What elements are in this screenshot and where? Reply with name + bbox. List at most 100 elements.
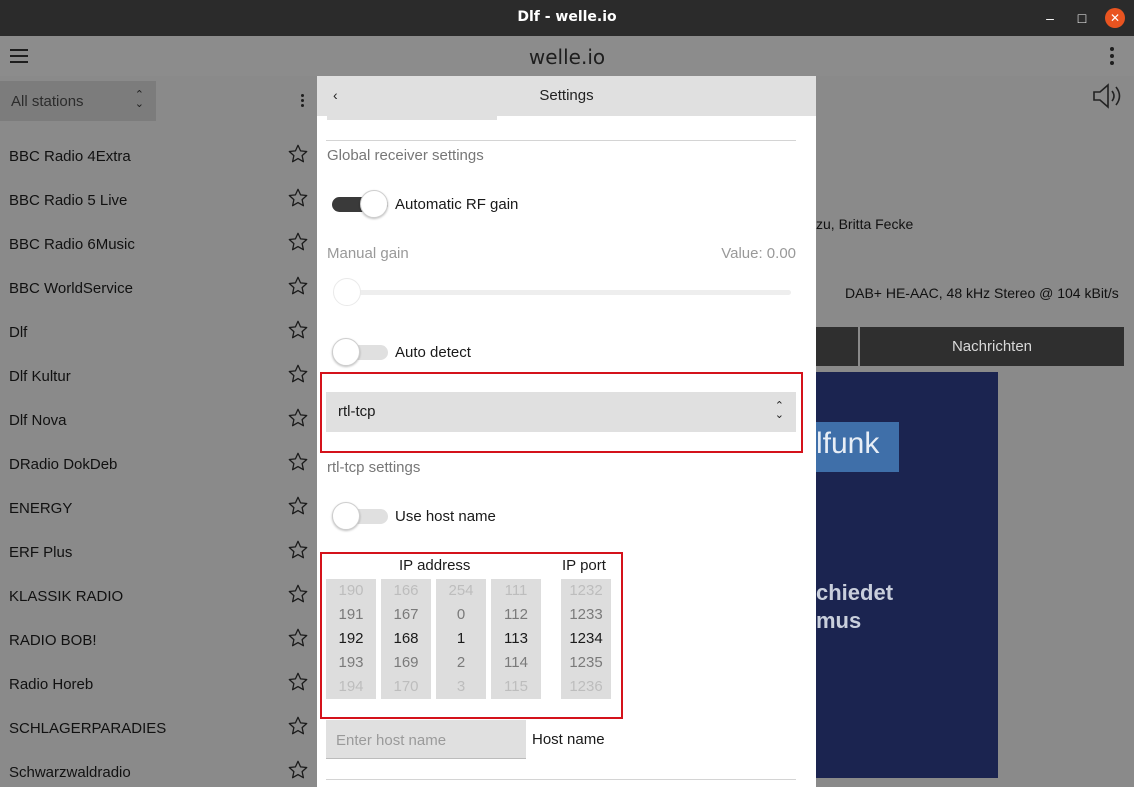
- station-item[interactable]: DRadio DokDeb: [0, 442, 317, 486]
- favorite-star-icon[interactable]: [287, 715, 309, 737]
- station-name: Radio Horeb: [9, 676, 94, 693]
- ip-port-tumbler[interactable]: 1232 1233 1234 1235 1236: [561, 579, 611, 699]
- divider: [326, 140, 796, 141]
- favorite-star-icon[interactable]: [287, 275, 309, 297]
- tumbler-value: 254: [448, 582, 474, 599]
- automatic-rf-gain-label: Automatic RF gain: [395, 196, 519, 213]
- tumbler-value: 112: [504, 606, 528, 623]
- info-tabbar: Nachrichten: [816, 327, 1124, 366]
- manual-gain-slider[interactable]: [337, 290, 791, 295]
- station-item[interactable]: BBC Radio 5 Live: [0, 178, 317, 222]
- station-item[interactable]: BBC WorldService: [0, 266, 317, 310]
- tumbler-value: 190: [338, 582, 364, 599]
- station-name: ERF Plus: [9, 544, 73, 561]
- favorite-star-icon[interactable]: [287, 495, 309, 517]
- favorite-star-icon[interactable]: [287, 143, 309, 165]
- auto-detect-switch[interactable]: [332, 338, 388, 366]
- tumbler-value: 1234: [569, 630, 603, 647]
- ip-address-label: IP address: [399, 557, 471, 574]
- tumbler-value: 193: [338, 654, 364, 671]
- window-title: Dlf - welle.io: [517, 9, 617, 25]
- station-name: BBC Radio 6Music: [9, 236, 135, 253]
- station-name: Dlf Nova: [9, 412, 67, 429]
- station-item[interactable]: BBC Radio 6Music: [0, 222, 317, 266]
- more-options-icon[interactable]: [1110, 47, 1116, 65]
- station-item[interactable]: RADIO BOB!: [0, 618, 317, 662]
- window-titlebar: Dlf - welle.io – □ ✕: [0, 0, 1134, 36]
- favorite-star-icon[interactable]: [287, 407, 309, 429]
- automatic-rf-gain-switch[interactable]: [332, 190, 388, 218]
- artist-text: zu, Britta Fecke: [816, 216, 914, 232]
- favorite-star-icon[interactable]: [287, 539, 309, 561]
- station-item[interactable]: Radio Horeb: [0, 662, 317, 706]
- station-filter-select[interactable]: All stations ⌃ ⌄: [0, 81, 156, 121]
- station-item[interactable]: Dlf Kultur: [0, 354, 317, 398]
- previous-field-stub: [327, 116, 497, 120]
- divider: [326, 779, 796, 780]
- tab-nachrichten[interactable]: Nachrichten: [860, 338, 1124, 355]
- slide-text-line-1: chiedet: [816, 580, 894, 605]
- use-host-name-switch[interactable]: [332, 502, 388, 530]
- station-item[interactable]: BBC Radio 4Extra: [0, 134, 317, 178]
- ip-port-label: IP port: [562, 557, 606, 574]
- station-list-options-icon[interactable]: [301, 94, 305, 109]
- station-item[interactable]: KLASSIK RADIO: [0, 574, 317, 618]
- station-name: DRadio DokDeb: [9, 456, 118, 473]
- station-name: SCHLAGERPARADIES: [9, 720, 167, 737]
- station-item[interactable]: Dlf: [0, 310, 317, 354]
- minimize-button[interactable]: –: [1040, 8, 1060, 28]
- settings-title: Settings: [539, 87, 594, 104]
- settings-header: ‹ Settings: [317, 76, 816, 116]
- app-header: welle.io: [0, 36, 1134, 76]
- tumbler-value: 1232: [569, 582, 603, 599]
- manual-gain-value: Value: 0.00: [721, 245, 796, 262]
- favorite-star-icon[interactable]: [287, 759, 309, 781]
- station-item[interactable]: ENERGY: [0, 486, 317, 530]
- tumbler-value: 3: [456, 678, 466, 695]
- use-host-name-label: Use host name: [395, 508, 496, 525]
- station-filter-value: All stations: [11, 93, 84, 110]
- favorite-star-icon[interactable]: [287, 671, 309, 693]
- ip-octet-4-tumbler[interactable]: 111 112 113 114 115: [491, 579, 541, 699]
- station-item[interactable]: Schwarzwaldradio: [0, 750, 317, 787]
- tumbler-value: 115: [504, 678, 528, 695]
- favorite-star-icon[interactable]: [287, 187, 309, 209]
- host-name-label: Host name: [532, 731, 605, 748]
- tumbler-value: 167: [393, 606, 419, 623]
- station-name: BBC Radio 4Extra: [9, 148, 131, 165]
- station-sidebar: All stations ⌃ ⌄ BBC Radio 4Extra BBC Radi…: [0, 76, 317, 787]
- favorite-star-icon[interactable]: [287, 583, 309, 605]
- favorite-star-icon[interactable]: [287, 451, 309, 473]
- station-item[interactable]: ERF Plus: [0, 530, 317, 574]
- manual-gain-label: Manual gain: [327, 245, 409, 262]
- host-name-input[interactable]: Enter host name: [326, 720, 526, 759]
- ip-octet-2-tumbler[interactable]: 166 167 168 169 170: [381, 579, 431, 699]
- manual-gain-slider-handle[interactable]: [333, 278, 361, 306]
- favorite-star-icon[interactable]: [287, 231, 309, 253]
- auto-detect-label: Auto detect: [395, 344, 471, 361]
- tumbler-value: 166: [393, 582, 419, 599]
- tumbler-value: 111: [504, 582, 528, 599]
- rtl-tcp-settings-title: rtl-tcp settings: [327, 459, 421, 476]
- station-name: ENERGY: [9, 500, 73, 517]
- close-button[interactable]: ✕: [1105, 8, 1125, 28]
- station-item[interactable]: SCHLAGERPARADIES: [0, 706, 317, 750]
- tumbler-value: 194: [338, 678, 364, 695]
- ip-octet-3-tumbler[interactable]: 254 0 1 2 3: [436, 579, 486, 699]
- tumbler-value: 114: [504, 654, 528, 671]
- maximize-button[interactable]: □: [1072, 8, 1092, 28]
- station-name: RADIO BOB!: [9, 632, 97, 649]
- favorite-star-icon[interactable]: [287, 319, 309, 341]
- settings-scrollbar[interactable]: [803, 116, 816, 787]
- tumbler-value: 192: [338, 630, 364, 647]
- codec-info: DAB+ HE-AAC, 48 kHz Stereo @ 104 kBit/s: [845, 285, 1119, 301]
- global-settings-title: Global receiver settings: [327, 147, 484, 164]
- tumbler-value: 1: [456, 630, 466, 647]
- station-item[interactable]: Dlf Nova: [0, 398, 317, 442]
- speaker-icon[interactable]: [1092, 82, 1126, 110]
- favorite-star-icon[interactable]: [287, 627, 309, 649]
- station-name: Schwarzwaldradio: [9, 764, 131, 781]
- favorite-star-icon[interactable]: [287, 363, 309, 385]
- app-title: welle.io: [528, 45, 606, 69]
- ip-octet-1-tumbler[interactable]: 190 191 192 193 194: [326, 579, 376, 699]
